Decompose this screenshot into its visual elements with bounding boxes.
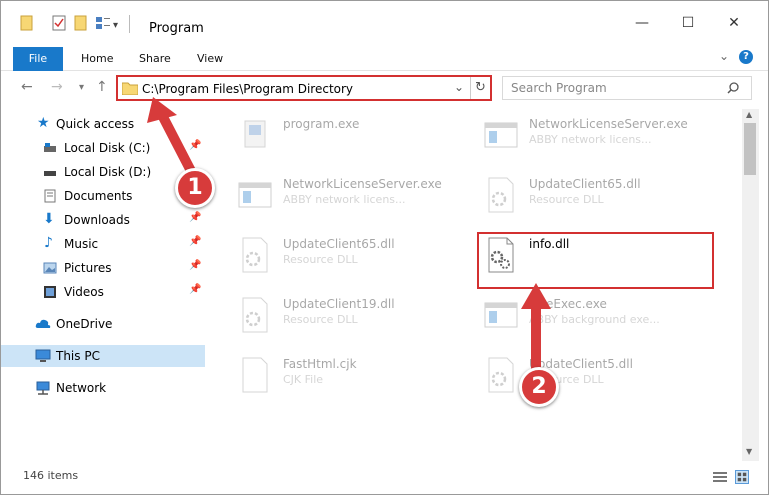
vertical-scrollbar[interactable]: ▲ ▼ [742, 109, 759, 461]
music-icon: ♪ [44, 235, 53, 251]
dll-gear-icon [242, 297, 268, 333]
dll-gear-icon [242, 237, 268, 273]
sidebar-item-local-disk-c[interactable]: Local Disk (C:) 📌 [1, 137, 205, 159]
help-icon[interactable]: ? [739, 50, 753, 64]
new-folder-icon[interactable] [73, 15, 89, 31]
navigation-pane: ★ Quick access Local Disk (C:) 📌 Local D… [1, 109, 205, 461]
pin-icon[interactable]: 📌 [189, 212, 201, 223]
file-item[interactable]: OneExec.exe ABBY background exe... [475, 291, 715, 347]
scroll-up-icon[interactable]: ▲ [746, 110, 752, 119]
sidebar-item-network[interactable]: Network [1, 377, 205, 399]
refresh-icon[interactable]: ↻ [475, 80, 486, 95]
file-item[interactable]: program.exe [229, 111, 469, 167]
tab-file[interactable]: File [13, 47, 63, 71]
title-divider [129, 15, 130, 33]
address-dropdown-icon[interactable]: ⌄ [454, 80, 464, 94]
program-icon [244, 120, 266, 148]
file-item[interactable]: UpdateClient65.dll Resource DLL [475, 171, 715, 227]
folder-icon [122, 82, 138, 95]
pin-icon[interactable]: 📌 [189, 236, 201, 247]
address-divider [470, 77, 471, 99]
status-bar: 146 items [1, 463, 768, 494]
application-icon [238, 182, 272, 208]
item-count: 146 items [23, 469, 79, 482]
disk-icon [44, 171, 56, 176]
documents-icon [44, 189, 56, 203]
up-arrow-icon[interactable]: ↑ [96, 79, 108, 95]
dll-gear-icon [488, 357, 514, 393]
sidebar-item-this-pc[interactable]: This PC [1, 345, 205, 367]
qat-dropdown-icon[interactable]: ▾ [113, 20, 118, 31]
tab-view[interactable]: View [197, 47, 223, 71]
folder-icon[interactable] [19, 15, 35, 31]
ribbon-expand-icon[interactable]: ⌄ [719, 49, 729, 63]
highlight-box [477, 232, 714, 289]
details-view-icon[interactable] [713, 471, 727, 483]
explorer-window: ▾ Program — ☐ ✕ File Home Share View ⌄ ?… [0, 0, 769, 495]
computer-icon [35, 349, 51, 362]
pin-icon[interactable]: 📌 [189, 284, 201, 295]
scroll-thumb[interactable] [744, 123, 756, 175]
file-item[interactable]: UpdateClient19.dll Resource DLL [229, 291, 469, 347]
sidebar-item-quick-access[interactable]: ★ Quick access [1, 113, 205, 135]
sidebar-item-downloads[interactable]: ⬇ Downloads 📌 [1, 209, 205, 231]
sidebar-item-onedrive[interactable]: OneDrive [1, 313, 205, 335]
search-input[interactable]: Search Program [502, 76, 752, 100]
scroll-down-icon[interactable]: ▼ [746, 447, 752, 456]
ribbon-tabs: File Home Share View ⌄ ? [1, 45, 768, 71]
pin-icon[interactable]: 📌 [189, 260, 201, 271]
disk-icon [44, 143, 56, 152]
downloads-icon: ⬇ [43, 211, 55, 227]
minimize-button[interactable]: — [619, 15, 665, 45]
file-item[interactable]: UpdateClient65.dll Resource DLL [229, 231, 469, 287]
application-icon [484, 302, 518, 328]
callout-badge-two: 2 [519, 367, 559, 407]
address-bar[interactable]: C:\Program Files\Program Directory ⌄ ↻ [116, 75, 492, 101]
file-item[interactable]: NetworkLicenseServer.exe ABBY network li… [229, 171, 469, 227]
network-icon [36, 381, 50, 395]
title-bar: ▾ Program — ☐ ✕ [1, 1, 768, 41]
address-path: C:\Program Files\Program Directory [142, 82, 354, 96]
close-button[interactable]: ✕ [711, 15, 757, 45]
tab-share[interactable]: Share [139, 47, 171, 71]
file-item[interactable]: UpdateClient5.dll Resource DLL [475, 351, 715, 407]
star-icon: ★ [37, 115, 50, 131]
back-arrow-icon[interactable]: ← [21, 79, 33, 95]
properties-icon[interactable] [51, 15, 67, 31]
view-options-icon[interactable] [95, 15, 111, 31]
sidebar-item-music[interactable]: ♪ Music 📌 [1, 233, 205, 255]
tab-home[interactable]: Home [81, 47, 113, 71]
pin-icon[interactable]: 📌 [189, 140, 201, 151]
videos-icon [44, 286, 56, 298]
forward-arrow-icon[interactable]: → [51, 79, 63, 95]
window-title: Program [149, 21, 204, 36]
blank-file-icon [242, 357, 268, 393]
search-icon[interactable] [727, 82, 739, 94]
file-item[interactable]: NetworkLicenseServer.exe ABBY network li… [475, 111, 715, 167]
callout-badge-one: 1 [175, 168, 215, 208]
large-icons-view-icon[interactable] [735, 470, 749, 484]
cloud-icon [35, 319, 51, 328]
pictures-icon [43, 262, 57, 274]
search-placeholder: Search Program [511, 81, 607, 95]
file-item[interactable]: FastHtml.cjk CJK File [229, 351, 469, 407]
sidebar-item-local-disk-d[interactable]: Local Disk (D:) [1, 161, 205, 183]
navigation-bar: ← → ▾ ↑ C:\Program Files\Program Directo… [1, 73, 768, 103]
dll-gear-icon [488, 177, 514, 213]
sidebar-item-videos[interactable]: Videos 📌 [1, 281, 205, 303]
sidebar-item-pictures[interactable]: Pictures 📌 [1, 257, 205, 279]
recent-locations-icon[interactable]: ▾ [79, 82, 84, 93]
maximize-button[interactable]: ☐ [665, 15, 711, 45]
application-icon [484, 122, 518, 148]
